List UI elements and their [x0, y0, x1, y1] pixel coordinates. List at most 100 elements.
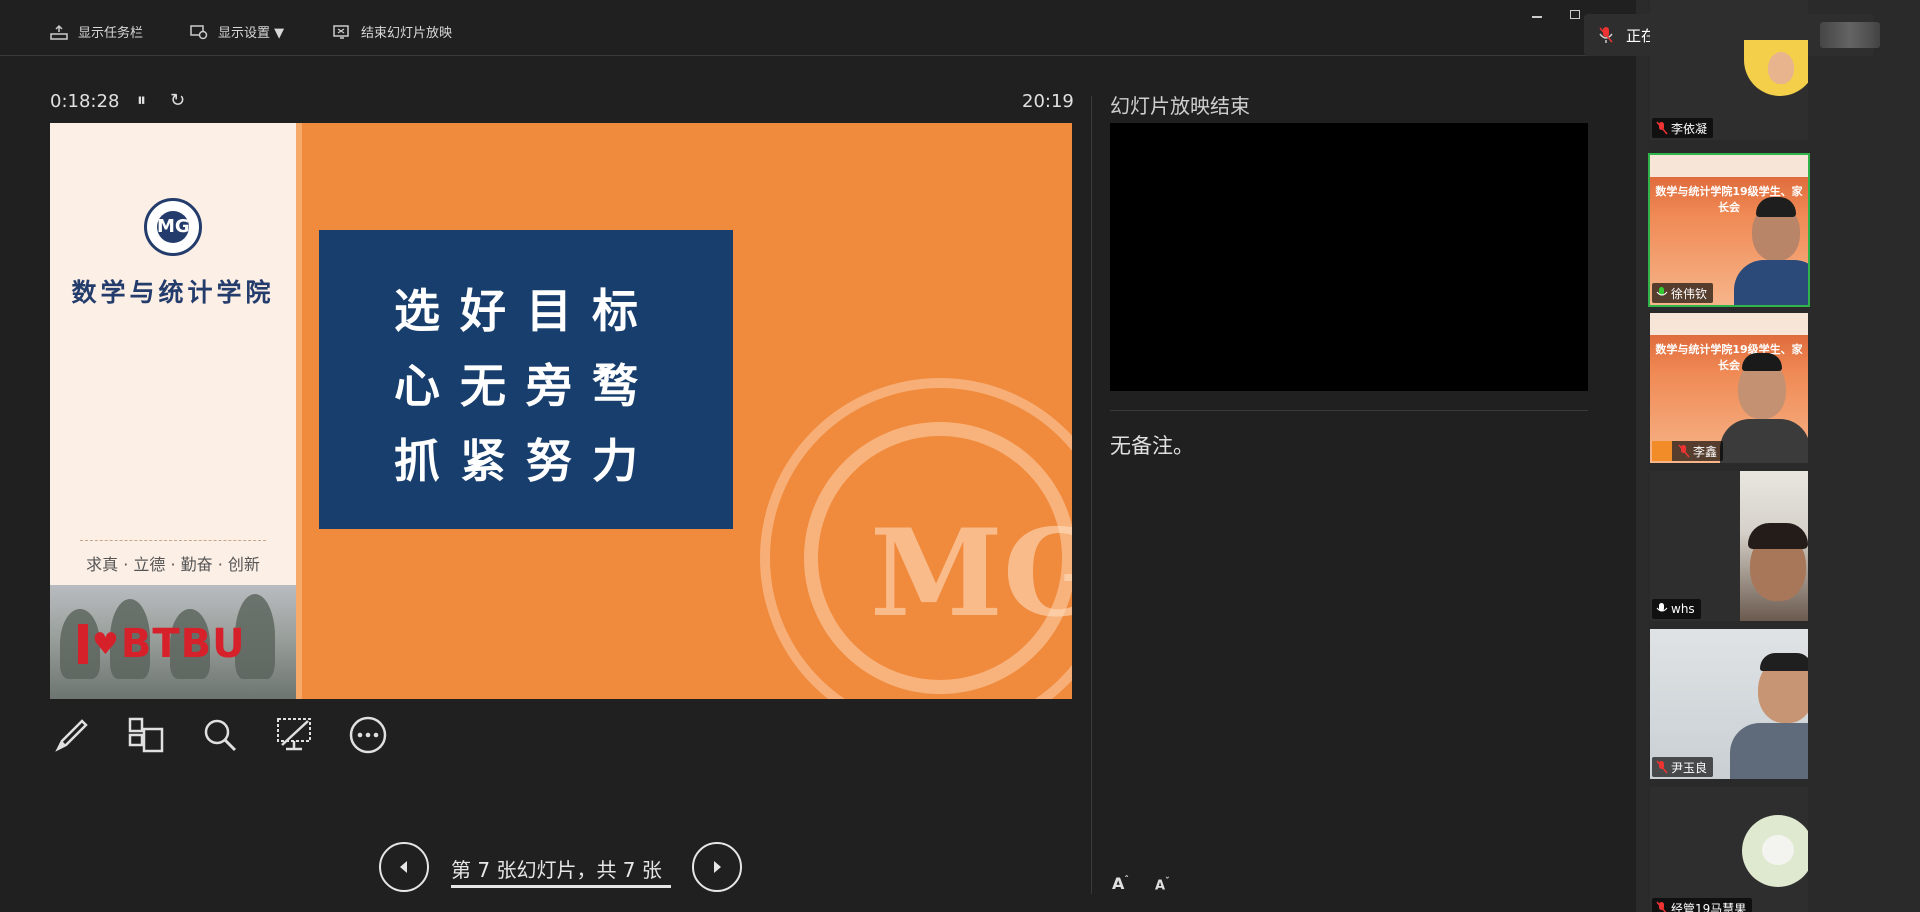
participant-name: 经管19马慧果 — [1671, 901, 1747, 912]
mic-muted-icon — [1656, 760, 1668, 774]
mic-muted-icon — [1599, 27, 1613, 43]
pen-icon — [55, 719, 88, 752]
see-all-slides-button[interactable] — [124, 713, 168, 757]
avatar — [1742, 353, 1782, 371]
minimize-icon[interactable] — [1532, 16, 1542, 18]
show-taskbar-button[interactable]: 显示任务栏 — [50, 22, 143, 41]
participant-tile[interactable]: 经管19马慧果 — [1650, 787, 1808, 912]
slide-edge — [296, 123, 302, 699]
speaker-notes: 无备注。 — [1110, 434, 1194, 458]
motto-divider — [80, 540, 266, 541]
end-slideshow-icon — [333, 24, 349, 39]
participant-name: 李依凝 — [1671, 121, 1708, 136]
slide-counter[interactable]: 第 7 张幻灯片，共 7 张 — [451, 854, 662, 883]
speaker-avatar-strip — [1820, 22, 1880, 48]
display-settings-button[interactable]: 显示设置 ▼ — [190, 22, 284, 41]
chevron-left-icon — [400, 861, 407, 873]
participant-name-tag: 经管19马慧果 — [1652, 898, 1753, 912]
participant-name-tag: 李鑫 — [1652, 441, 1724, 461]
sign-bar — [78, 624, 88, 664]
campus-sign: ♥ BTBU — [78, 621, 246, 667]
previous-slide-button[interactable] — [379, 842, 429, 892]
participant-name: 徐伟钦 — [1671, 286, 1708, 301]
avatar — [1760, 653, 1808, 671]
presenter-toolbar: 显示任务栏 显示设置 ▼ 结束幻灯片放映 — [0, 0, 1640, 56]
thumbnail-header — [1650, 313, 1808, 335]
school-seal-watermark: MG — [760, 378, 1072, 699]
end-slideshow-label: 结束幻灯片放映 — [361, 26, 453, 41]
taskbar-icon — [50, 24, 68, 40]
increase-font-button[interactable]: Aˆ — [1112, 874, 1129, 893]
mic-icon — [1656, 603, 1668, 612]
increase-font-label: A — [1112, 874, 1125, 893]
participant-tile[interactable]: whs — [1650, 471, 1808, 621]
next-slide-preview[interactable] — [1110, 123, 1588, 391]
thumbnail-header — [1650, 155, 1808, 177]
slogan-box: 选好目标 心无旁骛 抓紧努力 — [319, 230, 733, 529]
participant-tile[interactable]: 李依凝 — [1650, 0, 1808, 140]
participant-name: whs — [1671, 602, 1695, 616]
display-settings-label: 显示设置 ▼ — [218, 26, 285, 41]
participant-name-tag: 李依凝 — [1652, 118, 1714, 138]
heart-icon: ♥ — [92, 626, 119, 662]
slide-counter-underline — [451, 885, 671, 888]
elapsed-timer: 0:18:28 — [50, 91, 120, 112]
avatar — [1768, 52, 1794, 84]
thumbnail-title: 数学与统计学院19级学生、家长会 — [1655, 343, 1803, 372]
school-motto: 求真 · 立德 · 勤奋 · 创新 — [86, 555, 260, 574]
user-icon — [1652, 441, 1672, 461]
participant-name: 尹玉良 — [1671, 760, 1708, 775]
participant-tile[interactable]: 尹玉良 — [1650, 629, 1808, 779]
down-icon: ˇ — [1165, 877, 1170, 887]
decrease-font-label: A — [1155, 878, 1166, 894]
participant-name-tag: 尹玉良 — [1652, 757, 1714, 777]
slide-sidebar-panel: MG 数学与统计学院 求真 · 立德 · 勤奋 · 创新 ♥ BTBU — [50, 123, 296, 699]
avatar — [1756, 197, 1796, 217]
slogan-line-1: 选好目标 — [394, 284, 658, 338]
campus-photo: ♥ BTBU — [50, 585, 296, 699]
pen-tool-button[interactable] — [50, 713, 94, 757]
current-time: 20:19 — [1022, 91, 1074, 112]
current-slide[interactable]: MG 数学与统计学院 求真 · 立德 · 勤奋 · 创新 ♥ BTBU 选好目标… — [50, 123, 1072, 699]
avatar — [1720, 419, 1808, 463]
avatar — [1730, 723, 1808, 779]
slogan-line-2: 心无旁骛 — [394, 359, 658, 413]
black-screen-button[interactable] — [272, 713, 316, 757]
notes-divider[interactable] — [1110, 410, 1588, 411]
slide-tools — [50, 713, 390, 757]
more-icon — [349, 716, 387, 754]
next-slide-title: 幻灯片放映结束 — [1110, 94, 1250, 118]
zoom-button[interactable] — [198, 713, 242, 757]
campus-sign-text: BTBU — [120, 621, 246, 667]
participant-name-tag: 徐伟钦 — [1652, 283, 1714, 303]
more-options-button[interactable] — [346, 713, 390, 757]
zoom-icon — [204, 719, 237, 752]
school-name: 数学与统计学院 — [71, 278, 275, 307]
chevron-right-icon — [714, 861, 721, 873]
show-taskbar-label: 显示任务栏 — [78, 26, 144, 41]
school-logo-letters: MG — [157, 211, 190, 243]
seal-letters: MG — [870, 503, 1072, 644]
pane-divider[interactable] — [1091, 96, 1092, 894]
display-settings-icon — [190, 24, 208, 39]
screen-off-icon — [277, 718, 311, 751]
participant-tile-active-speaker[interactable]: 数学与统计学院19级学生、家长会 徐伟钦 — [1648, 153, 1810, 307]
mic-muted-icon — [1656, 121, 1668, 135]
pause-timer-button[interactable]: ⏸ — [137, 90, 146, 111]
next-slide-button[interactable] — [692, 842, 742, 892]
participant-name: 李鑫 — [1693, 444, 1718, 459]
avatar — [1734, 260, 1808, 305]
restart-timer-button[interactable]: ↻ — [170, 90, 185, 111]
slides-grid-icon — [128, 717, 164, 753]
avatar — [1748, 523, 1808, 549]
decrease-font-button[interactable]: Aˇ — [1155, 877, 1170, 893]
restore-icon[interactable] — [1570, 10, 1580, 19]
mic-muted-icon — [1656, 901, 1667, 912]
up-icon: ˆ — [1124, 875, 1129, 886]
end-slideshow-button[interactable]: 结束幻灯片放映 — [333, 22, 452, 41]
mic-muted-icon — [1678, 444, 1690, 458]
avatar — [1762, 835, 1794, 865]
slogan-line-3: 抓紧努力 — [394, 434, 658, 488]
participant-tile[interactable]: 数学与统计学院19级学生、家长会 李鑫 — [1650, 313, 1808, 463]
school-logo: MG — [144, 198, 202, 256]
